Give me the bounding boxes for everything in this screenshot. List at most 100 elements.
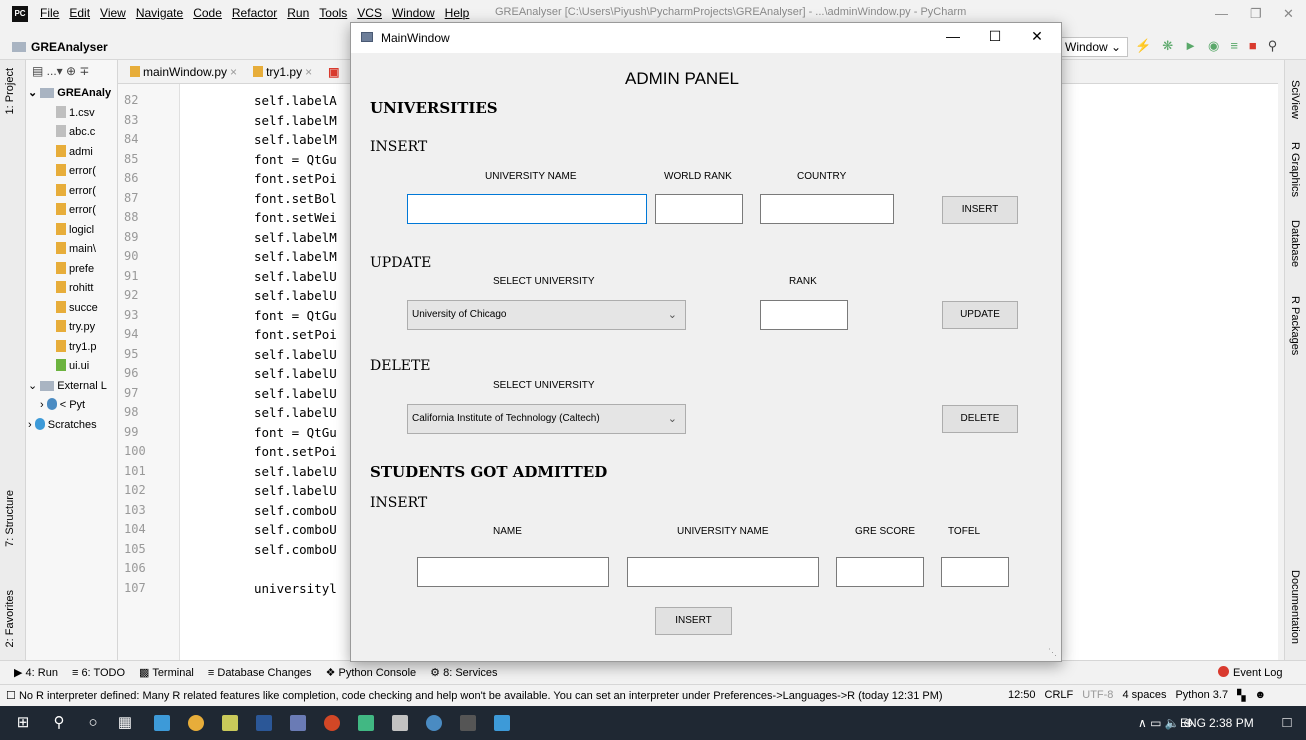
taskbar-clock[interactable]: 2:38 PM	[1209, 716, 1254, 730]
windows-start-icon[interactable]: ⊞	[14, 714, 32, 732]
code-line[interactable]: font.setWei	[254, 210, 337, 225]
lock-icon[interactable]: ▚	[1237, 689, 1245, 702]
menu-view[interactable]: View	[100, 6, 126, 20]
minimize-icon[interactable]: —	[943, 28, 963, 44]
tree-item[interactable]: try1.p	[26, 338, 117, 358]
menu-vcs[interactable]: VCS	[357, 6, 382, 20]
code-line[interactable]: self.labelM	[254, 249, 337, 264]
code-line[interactable]: font = QtGu	[254, 152, 337, 167]
code-line[interactable]: font.setPoi	[254, 327, 337, 342]
code-line[interactable]: self.labelU	[254, 269, 337, 284]
code-line[interactable]: self.labelM	[254, 132, 337, 147]
delete-university-select[interactable]: California Institute of Technology (Calt…	[407, 404, 686, 434]
qt-designer-app-icon[interactable]	[358, 715, 374, 731]
code-line[interactable]: self.labelA	[254, 93, 337, 108]
student-university-input[interactable]	[627, 557, 819, 587]
delete-university-button[interactable]: DELETE	[942, 405, 1018, 433]
tool-structure[interactable]: 7: Structure	[4, 490, 16, 547]
tree-item[interactable]: admi	[26, 143, 117, 163]
tab-mainwindow[interactable]: mainWindow.py ×	[126, 65, 241, 79]
ide-restore-icon[interactable]: ❐	[1250, 6, 1262, 22]
tool-project[interactable]: 1: Project	[4, 68, 16, 114]
status-encoding[interactable]: UTF-8	[1082, 689, 1113, 702]
status-interpreter[interactable]: Python 3.7	[1175, 689, 1228, 702]
coverage-icon[interactable]: ►	[1184, 38, 1197, 54]
student-name-input[interactable]	[417, 557, 609, 587]
search-icon[interactable]: ⚲	[1268, 38, 1278, 54]
world-rank-input[interactable]	[655, 194, 743, 224]
tool-python-console[interactable]: ❖ Python Console	[326, 666, 417, 679]
ide-close-icon[interactable]: ✕	[1283, 6, 1294, 22]
tree-item[interactable]: error(	[26, 162, 117, 182]
tool-sciview[interactable]: SciView	[1289, 80, 1301, 119]
tool-run[interactable]: ▶ 4: Run	[14, 666, 58, 679]
tree-item[interactable]: abc.c	[26, 123, 117, 143]
code-line[interactable]: self.labelM	[254, 113, 337, 128]
tree-item[interactable]: rohitt	[26, 279, 117, 299]
update-university-select[interactable]: University of Chicago ⌄	[407, 300, 686, 330]
tree-external-libraries[interactable]: ⌄ External L	[26, 377, 117, 397]
tofel-input[interactable]	[941, 557, 1009, 587]
insert-student-button[interactable]: INSERT	[655, 607, 732, 635]
status-caret-position[interactable]: 12:50	[1008, 689, 1036, 702]
tool-r-graphics[interactable]: R Graphics	[1289, 142, 1301, 197]
menu-file[interactable]: File	[40, 6, 59, 20]
project-breadcrumb[interactable]: GREAnalyser	[12, 40, 108, 54]
qt-app-icon[interactable]	[494, 715, 510, 731]
code-line[interactable]: self.labelU	[254, 405, 337, 420]
concurrency-icon[interactable]: ≡	[1230, 38, 1238, 54]
status-message[interactable]: ☐ No R interpreter defined: Many R relat…	[6, 689, 943, 702]
code-line[interactable]: self.labelU	[254, 386, 337, 401]
stop-icon[interactable]: ■	[1249, 38, 1257, 54]
tool-terminal[interactable]: ▩ Terminal	[139, 666, 194, 679]
code-line[interactable]: font = QtGu	[254, 425, 337, 440]
menu-run[interactable]: Run	[287, 6, 309, 20]
update-university-button[interactable]: UPDATE	[942, 301, 1018, 329]
event-log-button[interactable]: Event Log	[1218, 666, 1283, 679]
menu-help[interactable]: Help	[445, 6, 470, 20]
project-panel-toolbar[interactable]: ▤ ...▾ ⊕ ∓	[26, 60, 117, 84]
menu-tools[interactable]: Tools	[319, 6, 347, 20]
code-line[interactable]: font.setPoi	[254, 444, 337, 459]
inspector-icon[interactable]: ☻	[1255, 689, 1267, 702]
menu-navigate[interactable]: Navigate	[136, 6, 183, 20]
app-icon[interactable]	[290, 715, 306, 731]
university-name-input[interactable]	[407, 194, 647, 224]
error-tab-icon[interactable]: ▣	[324, 65, 343, 79]
insert-university-button[interactable]: INSERT	[942, 196, 1018, 224]
tab-try1[interactable]: try1.py ×	[249, 65, 316, 79]
tree-item[interactable]: 1.csv	[26, 104, 117, 124]
code-line[interactable]: self.comboU	[254, 522, 337, 537]
close-icon[interactable]: ×	[305, 65, 312, 79]
tool-documentation[interactable]: Documentation	[1289, 570, 1301, 644]
tree-root[interactable]: ⌄ GREAnaly	[26, 84, 117, 104]
code-line[interactable]: self.labelU	[254, 288, 337, 303]
status-indent[interactable]: 4 spaces	[1122, 689, 1166, 702]
code-line[interactable]: universityl	[254, 581, 337, 596]
cmd-app-icon[interactable]	[460, 715, 476, 731]
ide-minimize-icon[interactable]: —	[1215, 6, 1228, 21]
status-line-separator[interactable]: CRLF	[1045, 689, 1074, 702]
chrome-app-icon[interactable]	[188, 715, 204, 731]
gre-score-input[interactable]	[836, 557, 924, 587]
maximize-icon[interactable]: ☐	[985, 28, 1005, 45]
code-line[interactable]: self.labelU	[254, 464, 337, 479]
admin-window-titlebar[interactable]: MainWindow — ☐ ✕	[351, 23, 1061, 53]
tree-item[interactable]: succe	[26, 299, 117, 319]
tree-scratches[interactable]: › Scratches	[26, 416, 117, 436]
code-line[interactable]: font.setPoi	[254, 171, 337, 186]
word-app-icon[interactable]	[256, 715, 272, 731]
menu-refactor[interactable]: Refactor	[232, 6, 277, 20]
tree-item[interactable]: try.py	[26, 318, 117, 338]
python-app-icon[interactable]	[426, 715, 442, 731]
notifications-icon[interactable]: □	[1278, 714, 1296, 732]
country-input[interactable]	[760, 194, 894, 224]
tool-database-changes[interactable]: ≡ Database Changes	[208, 667, 312, 679]
tree-item[interactable]: logicl	[26, 221, 117, 241]
tree-item[interactable]: error(	[26, 182, 117, 202]
notes-app-icon[interactable]	[222, 715, 238, 731]
menu-window[interactable]: Window	[392, 6, 435, 20]
tree-item[interactable]: prefe	[26, 260, 117, 280]
tool-database[interactable]: Database	[1289, 220, 1301, 267]
code-line[interactable]: font.setBol	[254, 191, 337, 206]
